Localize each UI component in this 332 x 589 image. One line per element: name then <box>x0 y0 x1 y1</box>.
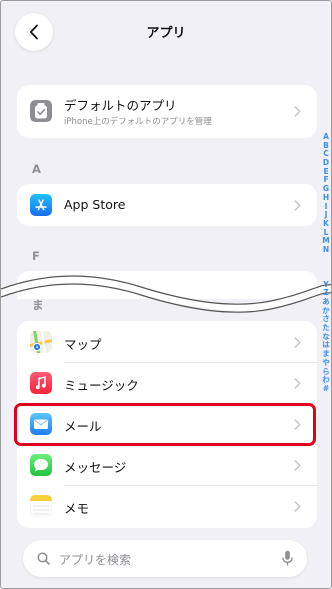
chevron-right-icon <box>294 337 301 348</box>
default-apps-subtitle: iPhone上のデフォルトのアプリを管理 <box>64 117 212 127</box>
app-row-notes[interactable]: メモ <box>17 485 317 526</box>
app-row-label: メモ <box>64 501 90 516</box>
index-letter[interactable]: N <box>320 245 331 255</box>
chevron-right-icon <box>294 378 301 389</box>
section-header-f: F <box>32 249 40 263</box>
search-bar[interactable]: アプリを検索 <box>23 540 307 577</box>
chevron-right-icon <box>294 106 301 117</box>
app-row-label: メッセージ <box>64 460 127 475</box>
notes-icon <box>30 495 52 517</box>
default-apps-label: デフォルトのアプリ <box>64 98 177 113</box>
default-apps-icon <box>30 100 52 122</box>
chevron-right-icon <box>294 460 301 471</box>
app-row-label: ミュージック <box>64 378 139 393</box>
search-icon <box>37 552 50 565</box>
page-title: アプリ <box>146 26 186 41</box>
page-break-decoration <box>1 275 331 313</box>
app-store-icon <box>30 194 52 216</box>
app-row-label: App Store <box>64 197 126 212</box>
mail-row-highlight <box>14 403 316 446</box>
microphone-icon[interactable] <box>282 550 293 567</box>
messages-icon <box>30 454 52 476</box>
search-input[interactable]: アプリを検索 <box>59 551 131 568</box>
default-apps-row[interactable]: デフォルトのアプリ iPhone上のデフォルトのアプリを管理 <box>17 85 317 138</box>
app-row-label: マップ <box>64 337 102 352</box>
chevron-right-icon <box>294 200 301 211</box>
app-row-messages[interactable]: メッセージ <box>17 444 317 486</box>
index-letter[interactable]: # <box>320 384 331 394</box>
app-row-app-store[interactable]: App Store <box>17 184 317 226</box>
maps-icon <box>30 331 52 353</box>
music-icon <box>30 372 52 394</box>
chevron-right-icon <box>294 501 301 512</box>
app-row-music[interactable]: ミュージック <box>17 362 317 404</box>
section-index[interactable]: A B C D E F G H I J K L M N Y Z あかさたなはまやらわ # <box>320 132 331 394</box>
settings-screen: アプリ デフォルトのアプリ iPhone上のデフォルトのアプリを管理 A App… <box>0 0 332 589</box>
section-header-ma: ま <box>32 298 44 312</box>
section-header-a: A <box>32 162 41 176</box>
app-row-maps[interactable]: マップ <box>17 321 317 363</box>
